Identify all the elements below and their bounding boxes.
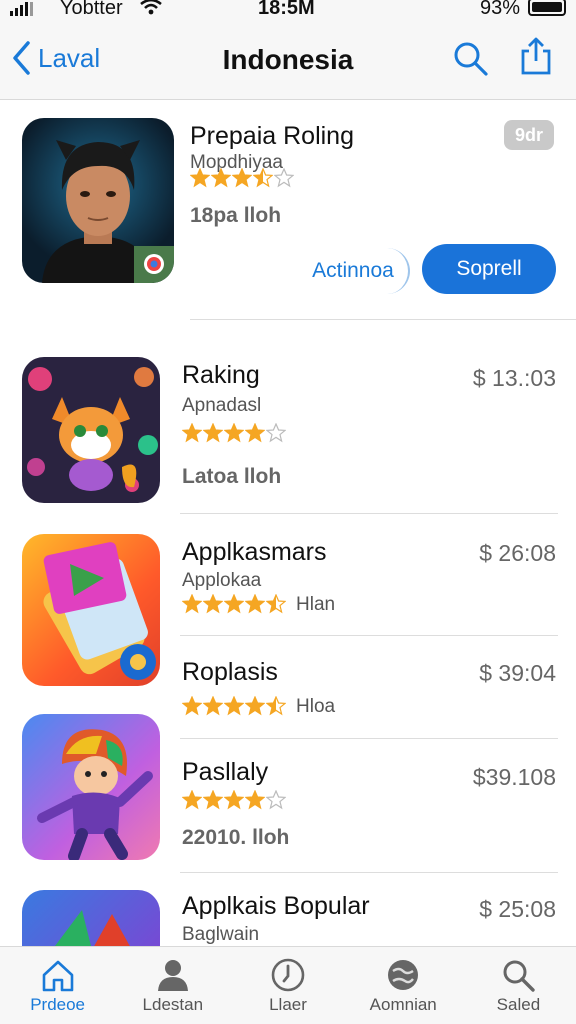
rating-stars — [182, 423, 286, 443]
app-price: $39.108 — [472, 764, 556, 790]
search-icon — [503, 960, 536, 992]
clock-icon — [271, 958, 305, 992]
app-icon-portrait — [22, 118, 174, 283]
age-badge: 9dr — [504, 120, 554, 150]
star-icon — [266, 696, 286, 716]
tab-bar: Prdeoe Ldestan Llaer Aomnian Saled — [0, 946, 576, 1024]
app-meta: 18pa lloh — [190, 204, 282, 227]
divider — [180, 872, 558, 873]
divider — [180, 513, 558, 514]
secondary-button[interactable]: Actinnoa — [298, 248, 410, 294]
app-subtitle: Apnadasl — [182, 395, 262, 416]
divider — [180, 635, 558, 636]
carrier-label: Yobtter — [60, 0, 123, 19]
app-name: Roplasis — [182, 658, 278, 686]
app-meta: 22010. lloh — [182, 826, 290, 849]
globe-icon — [388, 960, 419, 990]
tab-home[interactable]: Prdeoe — [0, 947, 115, 1024]
star-icon — [224, 594, 244, 614]
star-icon — [203, 790, 223, 810]
star-icon — [245, 790, 265, 810]
app-icon-character — [22, 714, 160, 860]
app-name: Prepaia Roling — [190, 122, 354, 150]
app-name: Raking — [182, 361, 260, 389]
tab-profile[interactable]: Ldestan — [115, 947, 230, 1024]
rating-stars — [182, 696, 286, 716]
featured-app[interactable]: Prepaia Roling Mopdhiyaa 18pa lloh 9dr A… — [0, 100, 576, 320]
list-item[interactable]: Applkasmars Applokaa Hlan $ 26:08 — [0, 532, 576, 686]
app-name: Applkasmars — [182, 538, 327, 566]
tab-recent[interactable]: Llaer — [230, 947, 345, 1024]
star-icon — [224, 790, 244, 810]
rating-stars — [182, 790, 286, 810]
app-name: Applkais Bopular — [182, 892, 370, 920]
wifi-icon — [140, 0, 162, 15]
star-icon — [232, 168, 252, 188]
app-price: $ 39:04 — [479, 660, 556, 686]
rating-stars — [190, 168, 294, 188]
person-icon — [157, 960, 188, 991]
app-icon-fox — [22, 357, 160, 503]
app-meta: Hlan — [296, 594, 336, 615]
star-icon — [274, 168, 294, 188]
battery-percent: 93% — [480, 0, 521, 19]
battery-icon — [528, 0, 566, 16]
tab-label: Prdeoe — [30, 995, 86, 1014]
status-bar: Yobtter 18:5M 93% — [0, 0, 576, 22]
app-subtitle: Applokaa — [182, 570, 262, 591]
tab-label: Saled — [496, 995, 541, 1014]
star-icon — [182, 696, 202, 716]
search-icon[interactable] — [450, 38, 490, 78]
tab-search[interactable]: Saled — [461, 947, 576, 1024]
star-icon — [182, 594, 202, 614]
star-icon — [245, 423, 265, 443]
get-button[interactable]: Soprell — [422, 244, 556, 294]
star-icon — [203, 423, 223, 443]
share-icon[interactable] — [516, 36, 556, 76]
tab-explore[interactable]: Aomnian — [346, 947, 461, 1024]
star-icon — [266, 790, 286, 810]
star-icon — [182, 423, 202, 443]
star-icon — [203, 594, 223, 614]
clock-time: 18:5M — [258, 0, 315, 19]
star-icon — [245, 696, 265, 716]
tab-label: Llaer — [269, 995, 307, 1014]
app-price: $ 25:08 — [479, 896, 556, 922]
star-icon — [182, 790, 202, 810]
signal-icon — [10, 2, 33, 16]
app-icon-popular — [22, 890, 160, 946]
tab-label: Ldestan — [142, 995, 204, 1014]
list-item[interactable]: Pasllaly 22010. lloh $39.108 — [0, 714, 576, 874]
list-item[interactable]: Raking Apnadasl Latoa lloh $ 13.:03 — [0, 355, 576, 515]
tab-label: Aomnian — [369, 995, 437, 1014]
app-price: $ 26:08 — [479, 540, 556, 566]
app-price: $ 13.:03 — [472, 365, 556, 391]
star-icon — [245, 594, 265, 614]
star-icon — [253, 168, 273, 188]
star-icon — [266, 423, 286, 443]
navigation-bar: Laval Indonesia — [0, 22, 576, 100]
list-item[interactable]: Applkais Bopular Baglwain $ 25:08 — [0, 888, 576, 946]
rating-stars — [182, 594, 286, 614]
star-icon — [266, 594, 286, 614]
star-icon — [203, 696, 223, 716]
app-name: Pasllaly — [182, 758, 269, 786]
star-icon — [211, 168, 231, 188]
app-meta: Latoa lloh — [182, 465, 282, 488]
star-icon — [190, 168, 210, 188]
app-subtitle: Baglwain — [182, 924, 260, 945]
star-icon — [224, 423, 244, 443]
divider — [190, 319, 576, 320]
home-icon — [42, 960, 73, 992]
star-icon — [224, 696, 244, 716]
